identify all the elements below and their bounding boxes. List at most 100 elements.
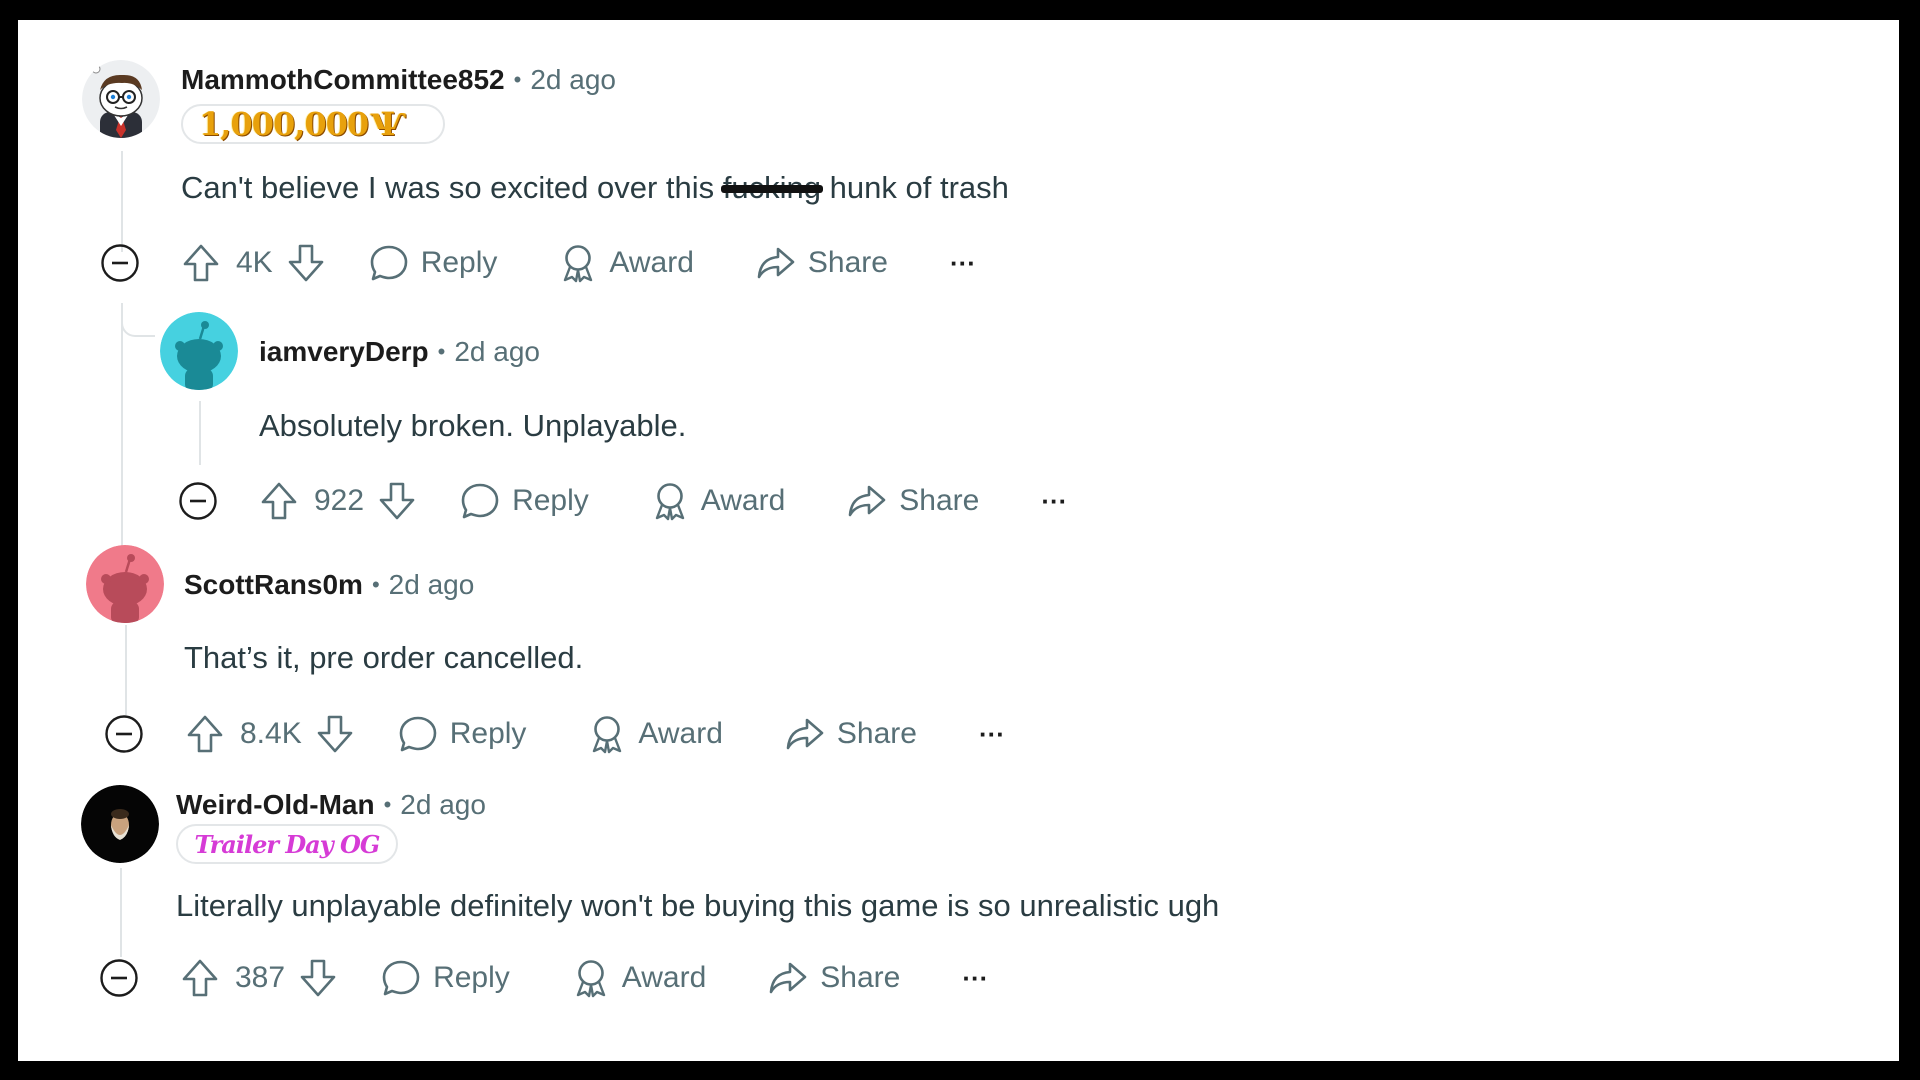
upvote-button[interactable]: [182, 243, 220, 283]
collapse-button[interactable]: [104, 714, 144, 754]
reply-button[interactable]: Reply: [460, 481, 589, 521]
award-ribbon-icon: [564, 245, 593, 283]
more-options-button[interactable]: ···: [979, 719, 1005, 750]
collapse-icon: [100, 959, 138, 997]
avatar[interactable]: [81, 785, 159, 863]
share-label: Share: [836, 717, 917, 750]
speech-bubble-icon: [370, 245, 408, 281]
upvote-button[interactable]: [181, 958, 219, 998]
vote-score: 387: [235, 961, 286, 994]
avatar[interactable]: [160, 312, 238, 390]
more-options-button[interactable]: ···: [950, 248, 976, 279]
collapse-button[interactable]: [99, 958, 139, 998]
comment-text: Absolutely broken. Unplayable.: [259, 408, 687, 443]
user-flair: Trailer Day OG: [176, 824, 398, 864]
share-button[interactable]: Share: [785, 714, 917, 754]
username[interactable]: ScottRans0m: [184, 569, 363, 601]
timestamp[interactable]: 2d ago: [454, 336, 540, 368]
reply-button[interactable]: Reply: [398, 714, 527, 754]
share-arrow-icon: [786, 718, 824, 750]
reply-label: Reply: [433, 961, 510, 994]
award-button[interactable]: Award: [559, 243, 694, 283]
vote-score: 922: [314, 484, 365, 517]
share-arrow-icon: [757, 247, 795, 279]
award-ribbon-icon: [655, 483, 684, 521]
thread-line-2[interactable]: [199, 401, 201, 465]
reply-label: Reply: [449, 717, 527, 750]
share-button[interactable]: Share: [768, 958, 900, 998]
collapse-button[interactable]: [100, 243, 140, 283]
comment-header: ScottRans0m • 2d ago: [184, 565, 474, 605]
upvote-arrow-icon: [261, 482, 297, 520]
award-button[interactable]: Award: [588, 714, 723, 754]
censored-word: fucking: [722, 170, 822, 205]
collapse-button[interactable]: [178, 481, 218, 521]
flair-text: Trailer Day OG: [194, 829, 381, 859]
speech-bubble-icon: [382, 960, 420, 996]
award-button[interactable]: Award: [572, 958, 706, 998]
vote-score: 8.4K: [240, 717, 302, 750]
vote-score: 4K: [236, 246, 273, 279]
more-options-button[interactable]: ···: [1041, 486, 1067, 517]
thread-line-1[interactable]: [121, 151, 123, 252]
comment-body: Absolutely broken. Unplayable.: [259, 408, 686, 444]
avatar[interactable]: [86, 545, 164, 623]
flair-text: 1,000,000: [199, 105, 369, 143]
more-options-icon: ···: [978, 718, 1005, 749]
upvote-button[interactable]: [260, 481, 298, 521]
comment-actions: 387 Reply Award Share ···: [99, 956, 988, 1000]
comment-body: Literally unplayable definitely won't be…: [176, 888, 1219, 924]
collapse-icon: [179, 482, 217, 520]
share-label: Share: [899, 484, 980, 517]
thread-line-4[interactable]: [120, 868, 122, 957]
downvote-button[interactable]: [316, 714, 354, 754]
snoo-pink-icon: [86, 545, 164, 623]
user-flair: 1,000,000 Ѱ: [181, 104, 445, 144]
thread-line-1b[interactable]: [121, 303, 123, 559]
thread-line-3[interactable]: [125, 625, 127, 715]
downvote-button[interactable]: [299, 958, 337, 998]
snoo-glasses-suit-icon: [82, 60, 160, 138]
more-options-button[interactable]: ···: [962, 963, 988, 994]
username[interactable]: MammothCommittee852: [181, 64, 505, 96]
award-label: Award: [609, 246, 694, 279]
collapse-icon: [105, 715, 143, 753]
separator: •: [383, 792, 392, 817]
flair-suffix: Ѱ: [370, 105, 405, 143]
comment-header: Weird-Old-Man • 2d ago: [176, 785, 486, 825]
more-options-icon: ···: [949, 247, 976, 278]
separator: •: [513, 67, 522, 92]
downvote-button[interactable]: [378, 481, 416, 521]
comment-text: Literally unplayable definitely won't be…: [176, 888, 1220, 923]
comment-actions: 4K Reply Award Share ···: [100, 241, 976, 285]
downvote-arrow-icon: [379, 482, 415, 520]
timestamp[interactable]: 2d ago: [389, 569, 475, 601]
upvote-button[interactable]: [186, 714, 224, 754]
award-label: Award: [638, 717, 723, 750]
upvote-arrow-icon: [182, 959, 218, 997]
share-arrow-icon: [848, 485, 886, 517]
comment-text: That’s it, pre order cancelled.: [184, 640, 584, 675]
share-button[interactable]: Share: [756, 243, 888, 283]
reply-label: Reply: [512, 484, 589, 517]
username[interactable]: iamveryDerp: [259, 336, 429, 368]
share-button[interactable]: Share: [847, 481, 979, 521]
share-label: Share: [820, 961, 901, 994]
award-button[interactable]: Award: [651, 481, 786, 521]
timestamp[interactable]: 2d ago: [530, 64, 616, 96]
comments-panel: MammothCommittee852 • 2d ago 1,000,000 Ѱ…: [18, 20, 1899, 1061]
downvote-button[interactable]: [287, 243, 325, 283]
award-label: Award: [700, 484, 786, 517]
reply-button[interactable]: Reply: [369, 243, 497, 283]
comment-text: Can't believe I was so excited over this: [181, 170, 715, 205]
more-options-icon: ···: [962, 962, 989, 993]
avatar[interactable]: [82, 60, 160, 138]
upvote-arrow-icon: [183, 244, 219, 282]
upvote-arrow-icon: [187, 715, 223, 753]
comment-header: MammothCommittee852 • 2d ago: [181, 60, 616, 100]
share-arrow-icon: [769, 962, 807, 994]
username[interactable]: Weird-Old-Man: [176, 789, 375, 821]
reply-button[interactable]: Reply: [381, 958, 510, 998]
timestamp[interactable]: 2d ago: [400, 789, 486, 821]
downvote-arrow-icon: [317, 715, 353, 753]
